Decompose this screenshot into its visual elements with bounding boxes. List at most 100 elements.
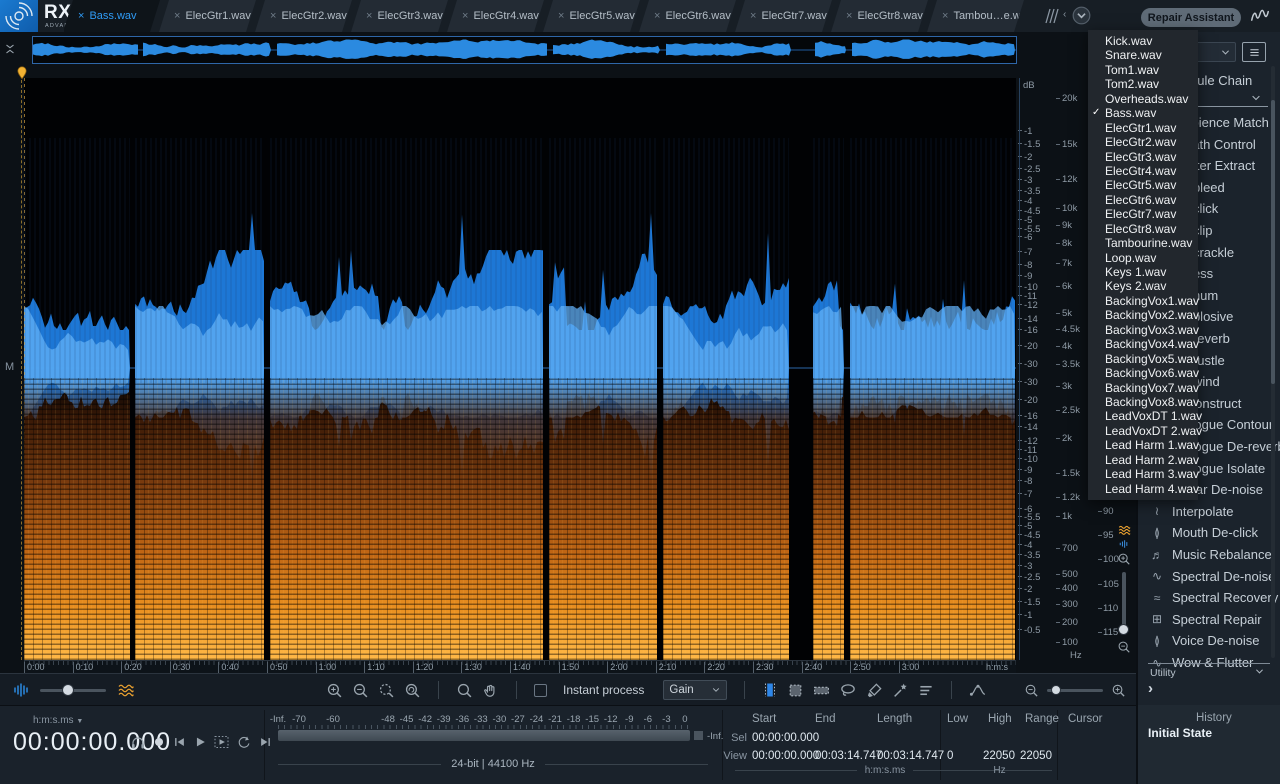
file-menu-item-keys-1-wav[interactable]: Keys 1.wav bbox=[1088, 265, 1198, 279]
file-menu-item-backingvox4-wav[interactable]: BackingVox4.wav bbox=[1088, 337, 1199, 351]
zoom-in-time-icon[interactable] bbox=[1111, 683, 1126, 698]
brush-tool-icon[interactable] bbox=[866, 682, 883, 699]
close-tab-icon[interactable]: × bbox=[174, 10, 180, 22]
file-menu-item-lead-harm-1-wav[interactable]: Lead Harm 1.wav bbox=[1088, 438, 1199, 452]
magic-wand-tool-icon[interactable] bbox=[892, 682, 909, 699]
module-voice-de-noise[interactable]: ≬ Voice De-noise bbox=[1138, 630, 1280, 651]
module-spectral-recovery[interactable]: ≈ Spectral Recovery bbox=[1138, 587, 1280, 608]
tab-elecgtr2-wav[interactable]: × ElecGtr2.wav bbox=[255, 0, 352, 32]
utility-section-label[interactable]: Utility bbox=[1150, 667, 1176, 679]
tab-list-button[interactable] bbox=[1072, 6, 1091, 25]
record-button[interactable] bbox=[152, 735, 166, 749]
file-menu-item-elecgtr5-wav[interactable]: ElecGtr5.wav bbox=[1088, 178, 1198, 192]
tab-elecgtr6-wav[interactable]: × ElecGtr6.wav bbox=[639, 0, 736, 32]
zoom-in-icon[interactable] bbox=[326, 682, 343, 699]
file-menu-item-backingvox1-wav[interactable]: BackingVox1.wav bbox=[1088, 294, 1199, 308]
tab-elecgtr7-wav[interactable]: × ElecGtr7.wav bbox=[735, 0, 832, 32]
zoom-out-time-icon[interactable] bbox=[1024, 683, 1039, 698]
tab-elecgtr8-wav[interactable]: × ElecGtr8.wav bbox=[831, 0, 928, 32]
monitor-icon[interactable] bbox=[130, 734, 146, 750]
file-menu-item-lead-harm-3-wav[interactable]: Lead Harm 3.wav bbox=[1088, 467, 1199, 481]
time-selection-tool-icon[interactable] bbox=[762, 680, 778, 700]
file-menu-item-elecgtr1-wav[interactable]: ElecGtr1.wav bbox=[1088, 121, 1198, 135]
module-spectral-repair[interactable]: ⊞ Spectral Repair bbox=[1138, 609, 1280, 630]
module-list-scrollbar[interactable] bbox=[1271, 66, 1275, 658]
blend-slider[interactable] bbox=[40, 684, 106, 696]
file-menu-item-backingvox3-wav[interactable]: BackingVox3.wav bbox=[1088, 323, 1199, 337]
file-menu-item-tom2-wav[interactable]: Tom2.wav bbox=[1088, 77, 1198, 91]
tab-elecgtr1-wav[interactable]: × ElecGtr1.wav bbox=[159, 0, 256, 32]
process-selector[interactable]: Gain bbox=[663, 680, 728, 700]
go-to-end-button[interactable] bbox=[258, 735, 273, 749]
zoom-out-icon[interactable] bbox=[352, 682, 369, 699]
file-menu-item-snare-wav[interactable]: Snare.wav bbox=[1088, 48, 1198, 62]
zoom-selection-icon[interactable] bbox=[378, 682, 395, 699]
waveform-overview[interactable] bbox=[32, 36, 1017, 64]
zoom-slider[interactable] bbox=[1047, 684, 1103, 695]
close-tab-icon[interactable]: × bbox=[270, 10, 276, 22]
file-menu-item-elecgtr2-wav[interactable]: ElecGtr2.wav bbox=[1088, 135, 1198, 149]
close-tab-icon[interactable]: × bbox=[846, 10, 852, 22]
close-tab-icon[interactable]: × bbox=[558, 10, 564, 22]
panel-menu-button[interactable] bbox=[1242, 42, 1266, 62]
file-menu-item-backingvox7-wav[interactable]: BackingVox7.wav bbox=[1088, 381, 1199, 395]
frequency-selection-tool-icon[interactable] bbox=[813, 682, 830, 699]
file-menu-item-elecgtr6-wav[interactable]: ElecGtr6.wav bbox=[1088, 193, 1198, 207]
spectrogram-view-icon[interactable] bbox=[1116, 524, 1133, 536]
file-menu-item-overheads-wav[interactable]: Overheads.wav bbox=[1088, 92, 1198, 106]
close-tab-icon[interactable]: × bbox=[366, 10, 372, 22]
expand-panel-arrow[interactable]: › bbox=[1148, 680, 1153, 697]
file-menu-item-backingvox8-wav[interactable]: BackingVox8.wav bbox=[1088, 395, 1199, 409]
file-menu-item-elecgtr3-wav[interactable]: ElecGtr3.wav bbox=[1088, 150, 1198, 164]
tab-tambou-e-wav[interactable]: × Tambou…e.wav bbox=[927, 0, 1024, 32]
close-tab-icon[interactable]: × bbox=[462, 10, 468, 22]
play-button[interactable] bbox=[193, 735, 207, 749]
spectrogram-blend-icon[interactable] bbox=[116, 682, 136, 698]
waveform-view-icon[interactable] bbox=[1117, 539, 1131, 549]
spectrogram[interactable] bbox=[24, 78, 1016, 660]
file-menu-item-keys-2-wav[interactable]: Keys 2.wav bbox=[1088, 279, 1198, 293]
file-menu-item-tom1-wav[interactable]: Tom1.wav bbox=[1088, 63, 1198, 77]
chevron-down-icon[interactable] bbox=[1250, 92, 1262, 104]
lasso-tool-icon[interactable] bbox=[839, 682, 857, 699]
file-menu-item-lead-harm-2-wav[interactable]: Lead Harm 2.wav bbox=[1088, 453, 1199, 467]
file-menu-item-tambourine-wav[interactable]: Tambourine.wav bbox=[1088, 236, 1198, 250]
file-menu-item-lead-harm-4-wav[interactable]: Lead Harm 4.wav bbox=[1088, 482, 1199, 496]
file-menu-item-elecgtr7-wav[interactable]: ElecGtr7.wav bbox=[1088, 207, 1198, 221]
file-menu-item-elecgtr4-wav[interactable]: ElecGtr4.wav bbox=[1088, 164, 1198, 178]
loop-button[interactable] bbox=[236, 735, 252, 750]
time-format-label[interactable]: h:m:s.ms ▼ bbox=[33, 715, 83, 726]
play-selection-button[interactable] bbox=[213, 734, 230, 750]
time-frequency-selection-tool-icon[interactable] bbox=[787, 682, 804, 699]
instant-declick-icon[interactable] bbox=[969, 682, 987, 699]
file-menu-item-backingvox6-wav[interactable]: BackingVox6.wav bbox=[1088, 366, 1199, 380]
magnify-tool-icon[interactable] bbox=[456, 682, 473, 699]
file-menu-item-loop-wav[interactable]: Loop.wav bbox=[1088, 251, 1198, 265]
file-menu-item-backingvox5-wav[interactable]: BackingVox5.wav bbox=[1088, 352, 1199, 366]
playhead-marker[interactable] bbox=[15, 64, 29, 81]
file-menu-item-leadvoxdt-2-wav[interactable]: LeadVoxDT 2.wav bbox=[1088, 424, 1202, 438]
file-menu-item-kick-wav[interactable]: Kick.wav bbox=[1088, 34, 1198, 48]
close-tab-icon[interactable]: × bbox=[942, 10, 948, 22]
module-mouth-de-click[interactable]: ≬ Mouth De-click bbox=[1138, 522, 1280, 543]
module-music-rebalance[interactable]: ♬ Music Rebalance bbox=[1138, 544, 1280, 565]
harmonic-selection-tool-icon[interactable] bbox=[918, 683, 934, 698]
repair-assistant-button[interactable]: Repair Assistant bbox=[1141, 8, 1241, 27]
zoom-out-vertical-icon[interactable] bbox=[1117, 640, 1131, 654]
history-item[interactable]: Initial State bbox=[1148, 726, 1212, 740]
module-spectral-de-noise[interactable]: ∿ Spectral De-noise bbox=[1138, 566, 1280, 587]
file-menu-item-leadvoxdt-1-wav[interactable]: LeadVoxDT 1.wav bbox=[1088, 409, 1202, 423]
tab-elecgtr3-wav[interactable]: × ElecGtr3.wav bbox=[351, 0, 448, 32]
tab-scroll-left-icon[interactable]: ‹ bbox=[1063, 9, 1066, 20]
tab-elecgtr5-wav[interactable]: × ElecGtr5.wav bbox=[543, 0, 640, 32]
close-tab-icon[interactable]: × bbox=[750, 10, 756, 22]
file-menu-item-backingvox2-wav[interactable]: BackingVox2.wav bbox=[1088, 308, 1199, 322]
zoom-in-vertical-icon[interactable] bbox=[1117, 552, 1131, 566]
module-interpolate[interactable]: ≀ Interpolate bbox=[1138, 501, 1280, 522]
close-tab-icon[interactable]: × bbox=[78, 10, 84, 22]
vertical-zoom-slider[interactable] bbox=[1118, 572, 1129, 635]
instant-process-checkbox[interactable] bbox=[534, 683, 547, 697]
file-menu-item-bass-wav[interactable]: ✓ Bass.wav bbox=[1088, 106, 1198, 120]
waveform-blend-icon[interactable] bbox=[12, 682, 30, 698]
hand-tool-icon[interactable] bbox=[482, 682, 499, 699]
